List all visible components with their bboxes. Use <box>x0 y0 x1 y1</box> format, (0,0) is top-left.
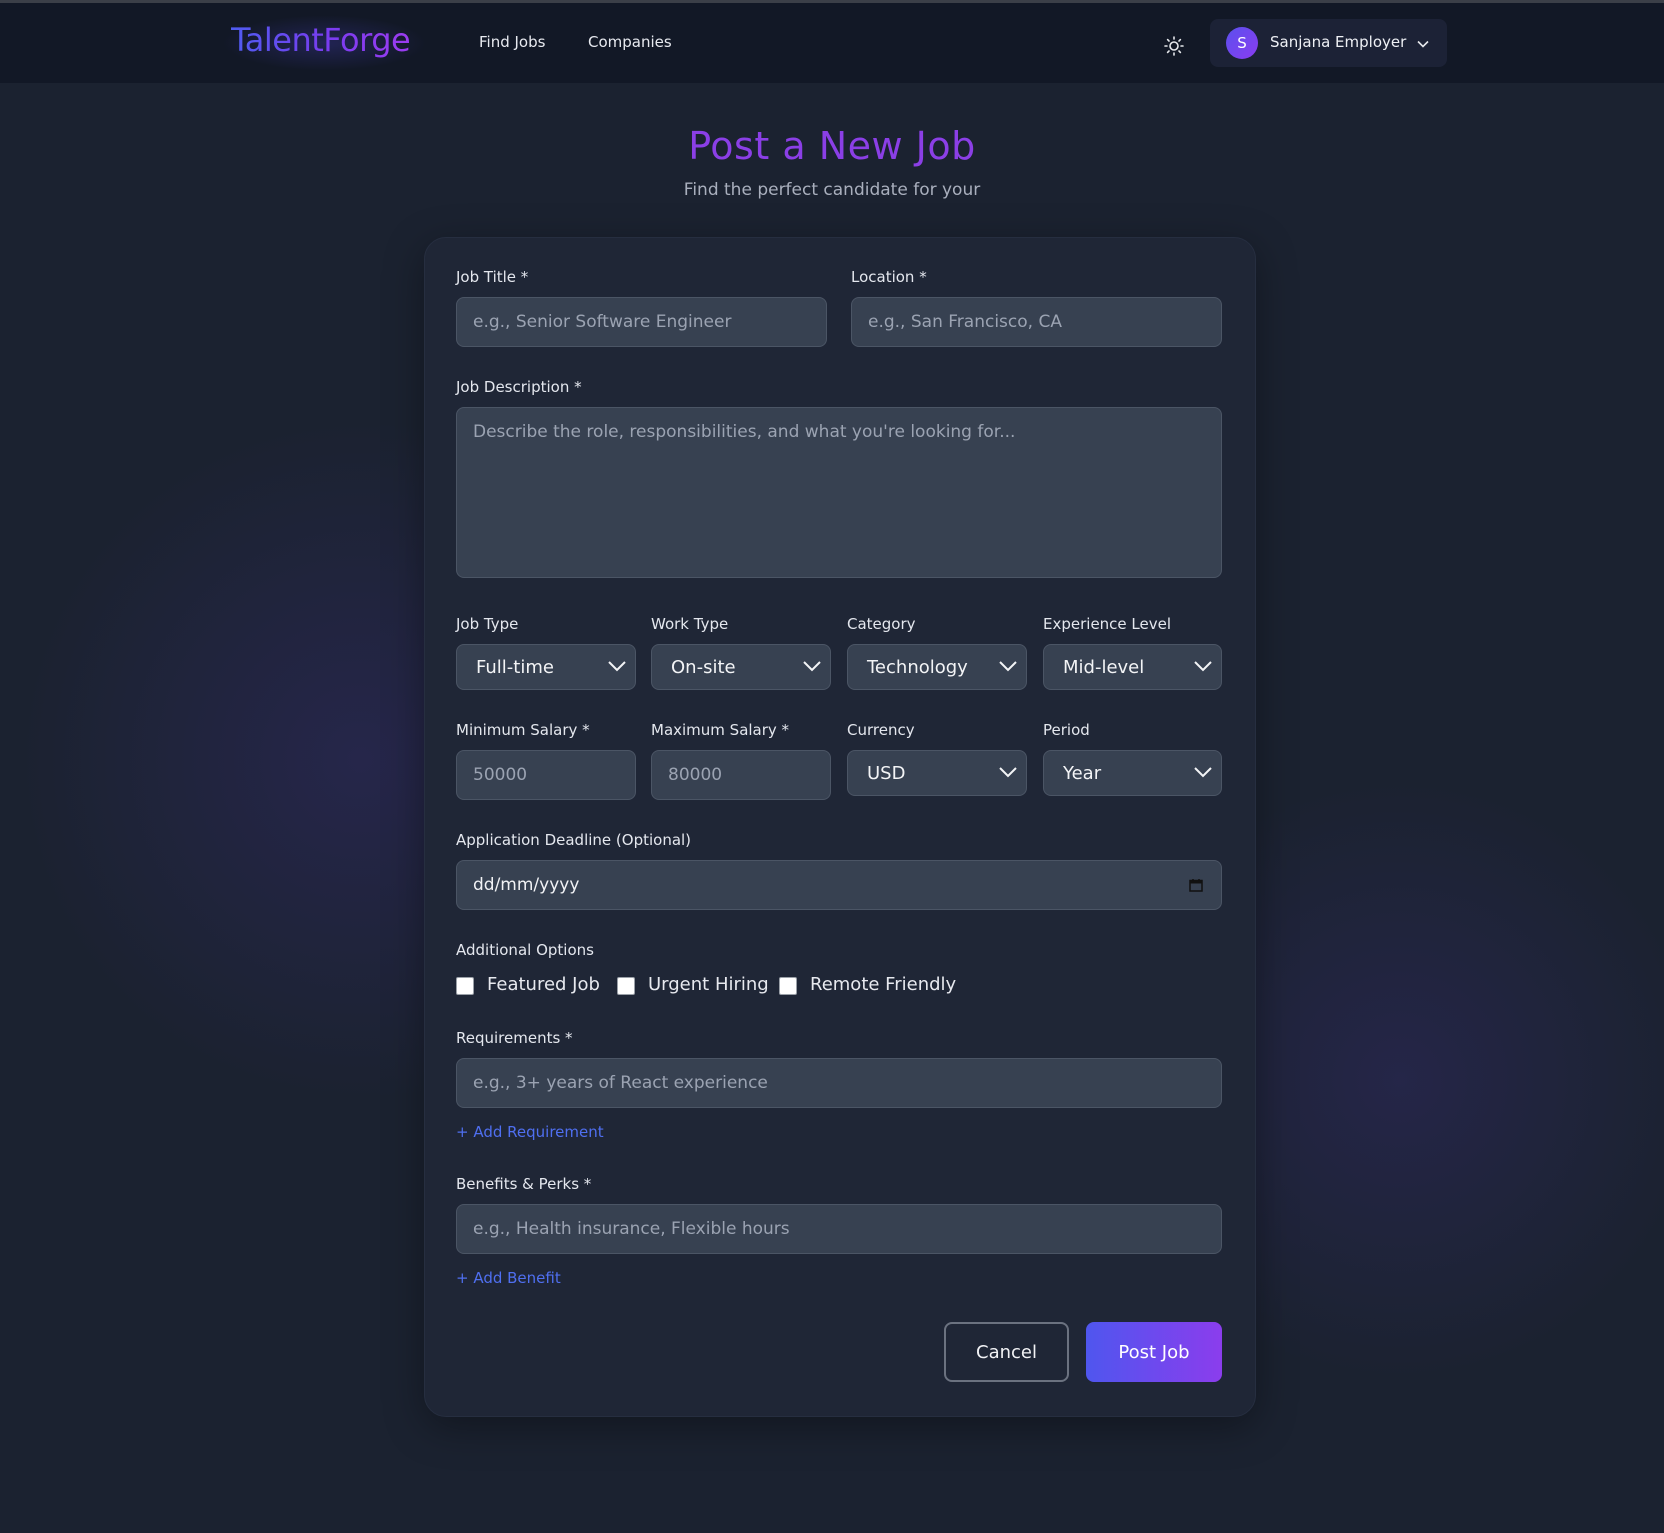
min-salary-label: Minimum Salary * <box>456 721 590 739</box>
job-description-label: Job Description * <box>456 378 582 396</box>
nav-companies[interactable]: Companies <box>588 33 672 51</box>
experience-level-select[interactable]: Mid-level <box>1043 644 1222 690</box>
additional-options-label: Additional Options <box>456 941 594 959</box>
benefits-placeholder: e.g., Health insurance, Flexible hours <box>473 1219 790 1239</box>
job-description-textarea[interactable]: Describe the role, responsibilities, and… <box>456 407 1222 578</box>
currency-select[interactable]: USD <box>847 750 1027 796</box>
category-select[interactable]: Technology <box>847 644 1027 690</box>
max-salary-placeholder: 80000 <box>668 765 723 785</box>
remote-friendly-checkbox[interactable] <box>779 977 797 995</box>
deadline-date-input[interactable]: dd/mm/yyyy <box>456 860 1222 910</box>
benefits-input[interactable]: e.g., Health insurance, Flexible hours <box>456 1204 1222 1254</box>
location-input[interactable]: e.g., San Francisco, CA <box>851 297 1222 347</box>
job-title-placeholder: e.g., Senior Software Engineer <box>473 312 732 332</box>
add-requirement-link[interactable]: + Add Requirement <box>456 1123 604 1141</box>
work-type-value: On-site <box>671 656 736 678</box>
job-title-label: Job Title * <box>456 268 529 286</box>
work-type-label: Work Type <box>651 615 729 633</box>
job-type-label: Job Type <box>456 615 519 633</box>
user-menu-button[interactable]: S Sanjana Employer <box>1210 19 1447 67</box>
period-value: Year <box>1063 762 1102 784</box>
add-benefit-link[interactable]: + Add Benefit <box>456 1269 561 1287</box>
category-value: Technology <box>867 656 968 678</box>
min-salary-input[interactable]: 50000 <box>456 750 636 800</box>
cancel-button[interactable]: Cancel <box>944 1322 1069 1382</box>
theme-toggle-button[interactable] <box>1163 35 1185 57</box>
requirements-placeholder: e.g., 3+ years of React experience <box>473 1073 768 1093</box>
benefits-label: Benefits & Perks * <box>456 1175 592 1193</box>
job-description-placeholder: Describe the role, responsibilities, and… <box>473 422 1016 442</box>
user-name: Sanjana Employer <box>1270 33 1407 51</box>
deadline-value: dd/mm/yyyy <box>473 875 580 895</box>
job-type-value: Full-time <box>476 656 554 678</box>
chevron-down-icon <box>608 661 626 672</box>
chevron-down-icon <box>1417 40 1429 48</box>
remote-friendly-label[interactable]: Remote Friendly <box>810 974 956 995</box>
deadline-label: Application Deadline (Optional) <box>456 831 692 849</box>
requirements-label: Requirements * <box>456 1029 573 1047</box>
max-salary-label: Maximum Salary * <box>651 721 790 739</box>
nav-find-jobs[interactable]: Find Jobs <box>479 33 545 51</box>
chevron-down-icon <box>803 661 821 672</box>
page-subtitle: Find the perfect candidate for your <box>683 180 981 200</box>
post-job-button[interactable]: Post Job <box>1086 1322 1222 1382</box>
avatar: S <box>1226 27 1258 59</box>
experience-level-value: Mid-level <box>1063 656 1145 678</box>
work-type-select[interactable]: On-site <box>651 644 831 690</box>
chevron-down-icon <box>1194 767 1212 778</box>
brand-logo[interactable]: TalentForge <box>231 21 411 59</box>
requirements-input[interactable]: e.g., 3+ years of React experience <box>456 1058 1222 1108</box>
period-select[interactable]: Year <box>1043 750 1222 796</box>
period-label: Period <box>1043 721 1090 739</box>
location-placeholder: e.g., San Francisco, CA <box>868 312 1062 332</box>
chevron-down-icon <box>999 661 1017 672</box>
calendar-icon[interactable] <box>1189 878 1203 892</box>
chevron-down-icon <box>999 767 1017 778</box>
job-type-select[interactable]: Full-time <box>456 644 636 690</box>
urgent-hiring-checkbox[interactable] <box>617 977 635 995</box>
category-label: Category <box>847 615 916 633</box>
experience-level-label: Experience Level <box>1043 615 1172 633</box>
featured-job-checkbox[interactable] <box>456 977 474 995</box>
sun-icon <box>1164 36 1184 56</box>
urgent-hiring-label[interactable]: Urgent Hiring <box>648 974 769 995</box>
currency-label: Currency <box>847 721 915 739</box>
max-salary-input[interactable]: 80000 <box>651 750 831 800</box>
top-navbar: TalentForge Find Jobs Companies S Sanjan… <box>0 3 1664 83</box>
currency-value: USD <box>867 762 906 784</box>
featured-job-label[interactable]: Featured Job <box>487 974 600 995</box>
page-title: Post a New Job <box>688 124 976 168</box>
chevron-down-icon <box>1194 661 1212 672</box>
location-label: Location * <box>851 268 927 286</box>
job-title-input[interactable]: e.g., Senior Software Engineer <box>456 297 827 347</box>
min-salary-placeholder: 50000 <box>473 765 528 785</box>
